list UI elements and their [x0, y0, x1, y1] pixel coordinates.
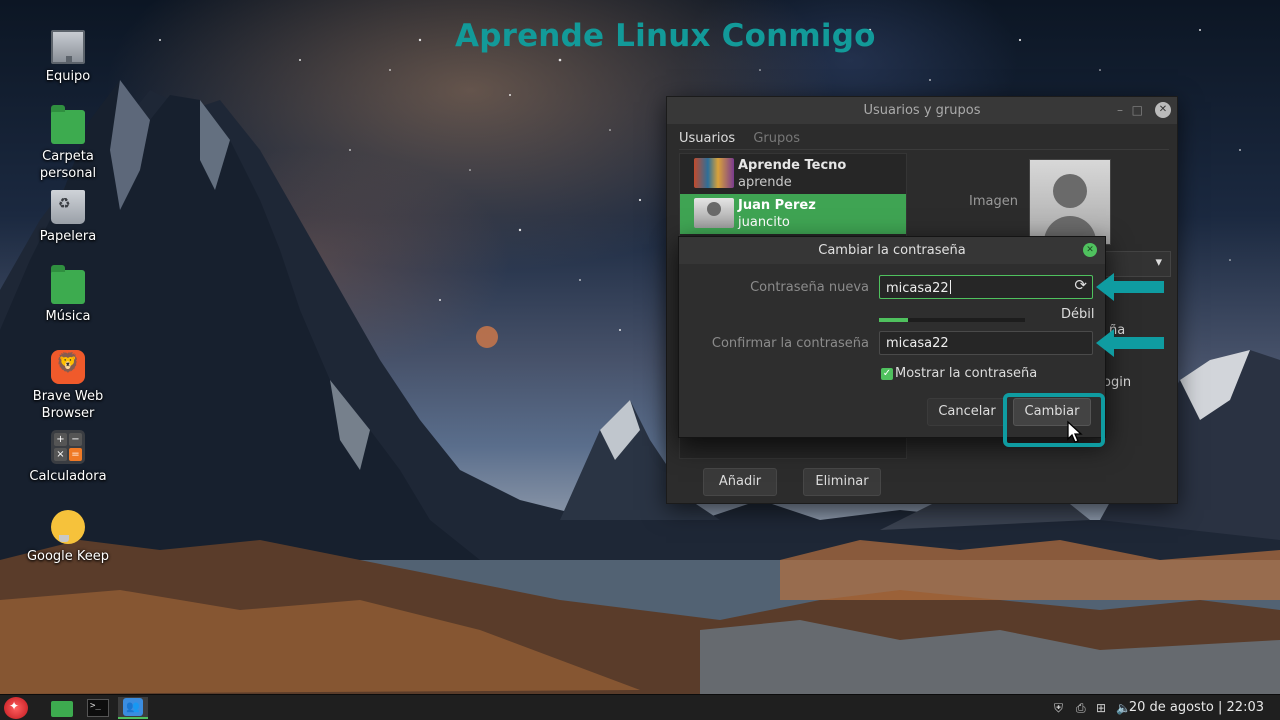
dialog-title: Cambiar la contraseña	[818, 243, 966, 258]
confirm-password-label: Confirmar la contraseña	[711, 336, 869, 351]
user-fullname: Juan Perez	[738, 198, 816, 213]
confirm-password-value: micasa22	[886, 336, 949, 351]
close-icon[interactable]: ✕	[1155, 102, 1171, 118]
home-folder-icon	[51, 105, 85, 144]
show-password-checkbox[interactable]: ✓	[881, 368, 893, 380]
new-password-input[interactable]: micasa22 ⟳	[879, 275, 1093, 299]
annotation-arrow-new-password	[1096, 273, 1164, 301]
watermark-title: Aprende Linux Conmigo	[455, 18, 876, 54]
desktop-icon-label: Brave Web Browser	[32, 389, 104, 421]
close-icon[interactable]: ✕	[1083, 243, 1097, 257]
desktop-icon-carpeta-personal[interactable]: Carpeta personal	[18, 105, 118, 182]
tab-grupos[interactable]: Grupos	[753, 131, 800, 146]
desktop-icon-label: Calculadora	[29, 469, 107, 484]
desktop-icon-label: Carpeta personal	[39, 149, 97, 181]
refresh-icon[interactable]: ⟳	[1074, 278, 1087, 293]
user-avatar	[694, 198, 734, 228]
user-fullname: Aprende Tecno	[738, 158, 847, 173]
user-row-aprende[interactable]: Aprende Tecno aprende	[680, 154, 906, 194]
file-manager-launcher[interactable]	[48, 697, 76, 719]
maximize-icon[interactable]: □	[1132, 97, 1143, 124]
show-password-label[interactable]: Mostrar la contraseña	[895, 366, 1037, 381]
trash-icon: ♻	[51, 190, 85, 224]
desktop-icon-brave[interactable]: 🦁 Brave Web Browser	[18, 350, 118, 422]
cancel-button[interactable]: Cancelar	[927, 398, 1007, 426]
tab-bar: Usuarios Grupos	[679, 131, 814, 146]
folder-icon	[51, 701, 73, 717]
desktop-icon-label: Papelera	[39, 229, 97, 244]
calculator-icon: + − × =	[51, 430, 85, 464]
user-avatar	[694, 158, 734, 188]
printer-icon[interactable]: ⎙	[1076, 695, 1086, 720]
new-password-value: micasa22	[886, 281, 949, 296]
user-login: aprende	[738, 175, 792, 190]
login-field-peek: ogin	[1103, 375, 1132, 390]
brave-browser-icon: 🦁	[51, 350, 85, 384]
network-icon[interactable]: ⊞	[1096, 695, 1106, 720]
taskbar-users-groups[interactable]: 👥	[118, 697, 148, 719]
desktop-icon-label: Música	[45, 309, 91, 324]
computer-icon	[51, 30, 85, 64]
remove-user-button[interactable]: Eliminar	[803, 468, 881, 496]
password-strength-bar	[879, 318, 1025, 322]
users-icon: 👥	[123, 698, 143, 716]
desktop-icon-google-keep[interactable]: Google Keep	[18, 510, 118, 565]
new-password-label: Contraseña nueva	[750, 280, 869, 295]
music-folder-icon	[51, 265, 85, 304]
image-label: Imagen	[969, 194, 1018, 209]
window-title: Usuarios y grupos	[863, 103, 981, 118]
desktop-icon-papelera[interactable]: ♻ Papelera	[18, 190, 118, 245]
google-keep-icon	[51, 510, 85, 544]
window-titlebar[interactable]: Usuarios y grupos – □ ✕	[667, 97, 1177, 124]
start-menu-icon[interactable]: ✦	[4, 697, 28, 719]
desktop-icon-musica[interactable]: Música	[18, 265, 118, 325]
text-caret	[949, 280, 951, 294]
desktop-icon-calculadora[interactable]: + − × = Calculadora	[18, 430, 118, 485]
add-user-button[interactable]: Añadir	[703, 468, 777, 496]
user-image-button[interactable]	[1029, 159, 1111, 245]
desktop-icon-label: Google Keep	[26, 549, 110, 564]
minimize-icon[interactable]: –	[1117, 97, 1123, 124]
annotation-arrow-confirm-password	[1096, 329, 1164, 357]
user-row-juancito[interactable]: Juan Perez juancito	[680, 194, 906, 234]
terminal-icon: >_	[87, 699, 109, 717]
annotation-highlight-change-button	[1003, 393, 1105, 447]
mouse-pointer-icon	[1067, 420, 1083, 443]
password-strength-label: Débil	[1061, 307, 1095, 322]
confirm-password-input[interactable]: micasa22	[879, 331, 1093, 355]
terminal-launcher[interactable]: >_	[84, 697, 112, 719]
desktop-icon-label: Equipo	[45, 69, 91, 84]
tab-usuarios[interactable]: Usuarios	[679, 131, 735, 146]
shield-icon[interactable]: ⛨	[1054, 695, 1063, 720]
password-strength-fill	[879, 318, 909, 322]
taskbar: ✦ >_ 👥 ⛨ ⎙ ⊞ 🔈 20 de agosto | 22:03	[0, 694, 1280, 720]
user-login: juancito	[738, 215, 790, 230]
dialog-titlebar[interactable]: Cambiar la contraseña ✕	[679, 237, 1105, 264]
desktop-icon-equipo[interactable]: Equipo	[18, 30, 118, 85]
clock[interactable]: 20 de agosto | 22:03	[1129, 695, 1264, 720]
tab-divider	[679, 149, 1169, 150]
